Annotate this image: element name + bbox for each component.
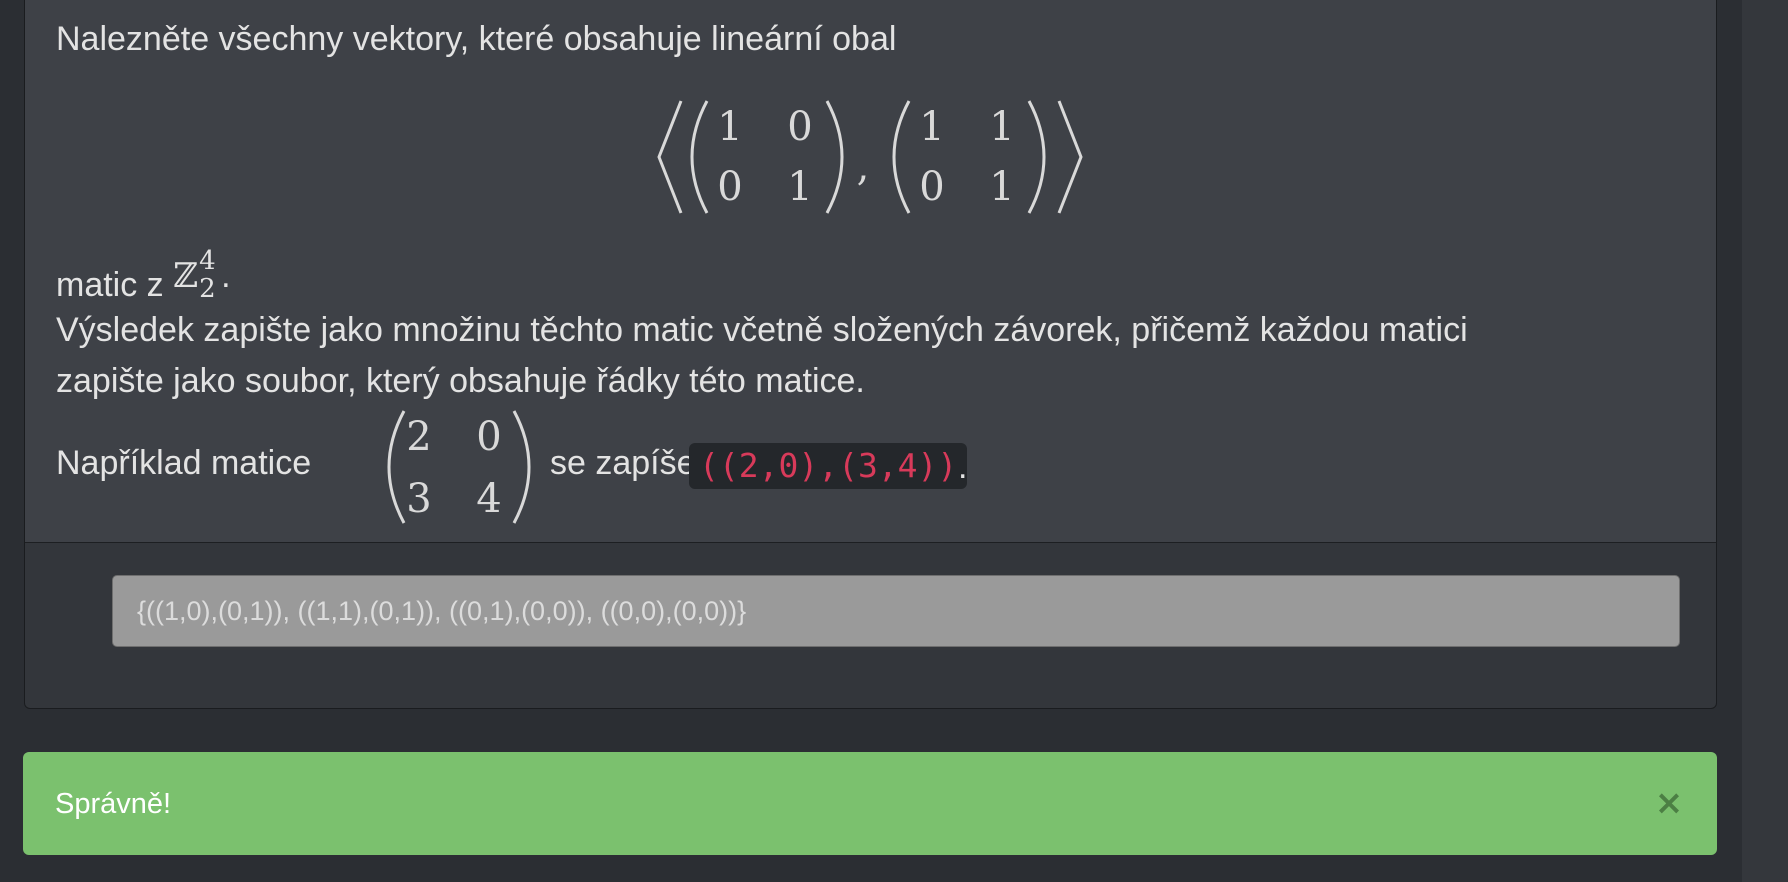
matrix-a-r2c1: 0 [717, 164, 743, 210]
matic-line: matic z ℤ42. [56, 248, 233, 305]
task-intro: Nalezněte všechny vektory, které obsahuj… [56, 20, 897, 58]
matrix-b-r2c2: 1 [989, 164, 1015, 210]
matrix-a-r1c1: 1 [717, 104, 743, 150]
example-mid: se zapíše [550, 444, 696, 482]
example-r1c1: 2 [406, 414, 432, 460]
example-end: . [958, 448, 968, 486]
success-message: Správně! [55, 788, 172, 820]
field-z2-4: ℤ42. [173, 248, 233, 302]
matrix-b-r2c1: 0 [919, 164, 945, 210]
field-symbol: ℤ [173, 256, 198, 296]
exercise-card: Nalezněte všechny vektory, které obsahuj… [24, 0, 1717, 709]
instruction-line-1: Výsledek zapište jako množinu těchto mat… [56, 311, 1468, 349]
matrix-a-r2c2: 1 [787, 164, 813, 210]
answer-input[interactable] [112, 575, 1680, 647]
span-separator: , [856, 144, 870, 190]
page: Nalezněte všechny vektory, které obsahuj… [0, 0, 1788, 882]
matrix-b-r1c2: 1 [989, 104, 1015, 150]
matrix-b-r1c1: 1 [919, 104, 945, 150]
right-gutter [1742, 0, 1788, 882]
example-r2c1: 3 [406, 476, 432, 522]
example-matrix-parens [387, 410, 531, 524]
example-prefix: Například matice [56, 444, 312, 482]
success-alert: Správně! × [23, 752, 1717, 855]
instruction-line-2: zapište jako soubor, který obsahuje řádk… [56, 362, 865, 400]
matic-text: matic z [56, 266, 174, 304]
exercise-body: Nalezněte všechny vektory, které obsahuj… [25, 0, 1716, 543]
example-code: ((2,0),(3,4)) [689, 443, 968, 489]
field-dot: . [221, 257, 231, 295]
matrix-a-r1c2: 0 [787, 104, 813, 150]
span-formula: 1 0 0 1 , 1 1 0 1 [651, 97, 1121, 217]
field-subscript: 2 [199, 274, 216, 304]
example-r1c2: 0 [476, 414, 502, 460]
example-r2c2: 4 [476, 476, 502, 522]
example-matrix: 2 0 3 4 [374, 407, 544, 527]
field-superscript: 4 [199, 246, 216, 276]
close-icon[interactable]: × [1649, 779, 1689, 827]
